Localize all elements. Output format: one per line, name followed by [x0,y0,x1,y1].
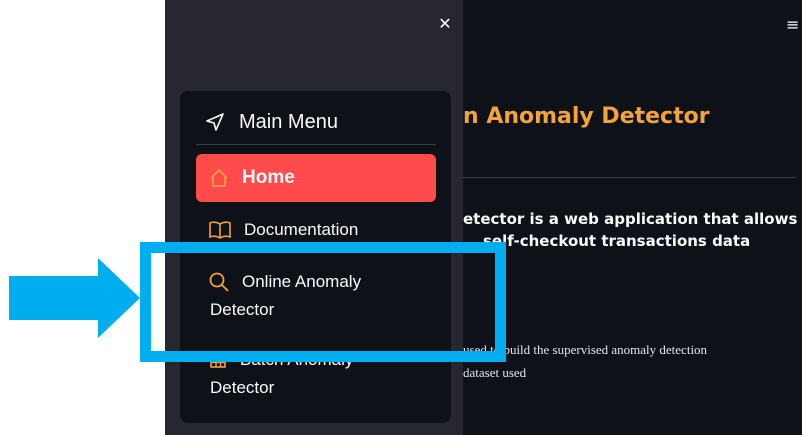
annotation-arrow-shaft [9,276,101,320]
book-icon [209,221,231,239]
page-title: n Anomaly Detector [463,104,710,129]
close-sidebar-icon[interactable]: ✕ [437,14,453,34]
title-divider [463,177,797,178]
stage: ≡ n Anomaly Detector etector is a web ap… [0,0,802,435]
menu-item-label-line-2: Detector [210,378,275,397]
description-line-2: self-checkout transactions data [483,232,751,250]
hamburger-menu-icon[interactable]: ≡ [786,17,802,33]
menu-header: Main Menu [205,108,338,136]
menu-divider [196,144,436,145]
annotation-arrow-head [98,258,140,338]
description-line-1: etector is a web application that allows [463,210,798,228]
app-description: etector is a web application that allows… [463,208,798,252]
menu-title: Main Menu [239,110,338,133]
menu-item-label: Home [242,167,295,188]
menu-item-home[interactable]: Home [196,154,436,202]
annotation-highlight-box [140,242,506,362]
navigation-arrow-icon [206,113,224,131]
info-line-2: dataset used [463,365,527,380]
menu-item-documentation[interactable]: Documentation [196,216,436,244]
menu-item-label: Documentation [244,220,359,239]
home-icon [210,169,228,187]
